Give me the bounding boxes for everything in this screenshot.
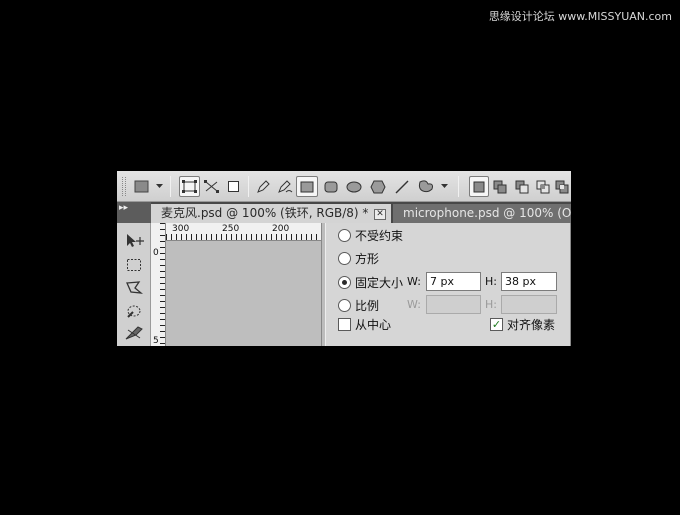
crop-tool-icon[interactable] (122, 323, 146, 343)
ruler-label: 200 (272, 224, 290, 234)
shape-layers-icon[interactable] (131, 176, 151, 197)
option-proportional[interactable]: 比例 (338, 296, 379, 314)
rounded-rectangle-icon[interactable] (320, 176, 341, 197)
dropdown-arrow-icon[interactable] (439, 176, 449, 197)
marquee-tool-icon[interactable] (122, 255, 146, 275)
intersect-icon[interactable] (533, 176, 553, 197)
toolbar-grip[interactable] (122, 177, 126, 196)
move-tool-icon[interactable] (122, 231, 146, 251)
paths-mode-icon[interactable] (201, 176, 222, 197)
option-unconstrained[interactable]: 不受约束 (338, 226, 403, 244)
line-icon[interactable] (392, 176, 412, 197)
option-label: 比例 (355, 298, 380, 313)
document-canvas[interactable] (166, 241, 321, 346)
ruler-ticks (166, 234, 321, 240)
option-label: 方形 (355, 251, 380, 266)
fixed-w-label: W: (407, 275, 421, 288)
option-label: 对齐像素 (507, 317, 556, 332)
options-bar (117, 171, 571, 202)
freeform-pen-icon[interactable] (274, 176, 295, 197)
ruler-label: 250 (222, 224, 240, 234)
fixed-width-input[interactable]: 7 px (426, 272, 481, 291)
quick-selection-tool-icon[interactable] (122, 301, 146, 321)
rectangle-icon[interactable] (296, 176, 318, 197)
pen-icon[interactable] (253, 176, 273, 197)
ruler-label: 0 (153, 248, 159, 258)
new-shape-layer-icon[interactable] (469, 176, 489, 197)
tab-label: microphone.psd @ 100% (OVE (403, 206, 571, 220)
option-from-center[interactable]: 从中心 (338, 315, 391, 333)
checkbox-snap-to-pixels[interactable]: ✓ (490, 317, 503, 331)
ratio-h-label: H: (485, 298, 497, 311)
ratio-height-input (501, 295, 557, 314)
options-separator (248, 176, 249, 197)
ratio-width-input (426, 295, 481, 314)
add-to-shape-icon[interactable] (490, 176, 510, 197)
option-label: 固定大小 (355, 275, 404, 290)
ratio-w-label: W: (407, 298, 421, 311)
horizontal-ruler: 300 250 200 (166, 223, 321, 241)
lasso-tool-icon[interactable] (122, 278, 146, 298)
tab-microphone-en[interactable]: microphone.psd @ 100% (OVE (393, 204, 571, 223)
radio-fixed-size[interactable] (338, 275, 351, 289)
geometry-options-panel: 不受约束 方形 固定大小 W: 7 px H: 38 px 比例 W: H: 从… (325, 223, 571, 346)
ruler-label: 5 (153, 336, 159, 346)
ruler-ticks (160, 223, 165, 346)
option-square[interactable]: 方形 (338, 249, 379, 267)
radio-proportional[interactable] (338, 298, 351, 312)
custom-shape-icon[interactable] (414, 176, 438, 197)
vertical-ruler: 0 5 (151, 223, 166, 346)
document-tab-bar: ▸▸ 麦克风.psd @ 100% (铁环, RGB/8) * micropho… (117, 202, 571, 223)
options-separator (458, 176, 459, 197)
option-snap-to-pixels[interactable]: ✓ 对齐像素 (490, 315, 555, 333)
photoshop-window: ▸▸ 麦克风.psd @ 100% (铁环, RGB/8) * micropho… (117, 171, 571, 346)
tab-microphone-cn[interactable]: 麦克风.psd @ 100% (铁环, RGB/8) * (151, 204, 391, 223)
exclude-icon[interactable] (553, 176, 571, 197)
checkbox-from-center[interactable] (338, 317, 351, 331)
tab-close-icon[interactable]: ✕ (374, 209, 386, 220)
fill-pixels-icon[interactable] (223, 176, 243, 197)
panel-collapse-icon[interactable]: ▸▸ (117, 202, 151, 223)
options-separator (170, 176, 171, 197)
option-label: 从中心 (355, 317, 392, 332)
radio-square[interactable] (338, 251, 351, 265)
polygon-icon[interactable] (367, 176, 389, 197)
subtract-icon[interactable] (512, 176, 532, 197)
shape-layer-mode-icon[interactable] (179, 176, 200, 197)
tab-label: 麦克风.psd @ 100% (铁环, RGB/8) * (161, 206, 369, 220)
option-label: 不受约束 (355, 228, 404, 243)
tools-panel (117, 223, 151, 346)
ellipse-icon[interactable] (343, 176, 365, 197)
fixed-height-input[interactable]: 38 px (501, 272, 557, 291)
option-fixed-size[interactable]: 固定大小 (338, 273, 403, 291)
fixed-h-label: H: (485, 275, 497, 288)
dropdown-arrow-icon[interactable] (154, 176, 164, 197)
watermark: 思缘设计论坛 www.MISSYUAN.com (488, 10, 672, 23)
radio-unconstrained[interactable] (338, 228, 351, 242)
ruler-label: 300 (172, 224, 190, 234)
